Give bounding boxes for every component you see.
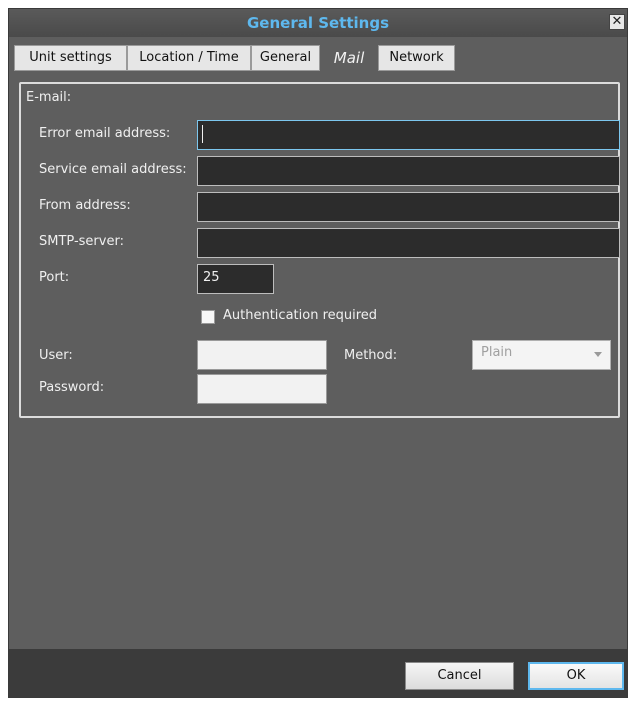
method-value: Plain — [481, 345, 513, 360]
tab-mail[interactable]: Mail — [320, 45, 378, 71]
smtp-server-input[interactable] — [197, 228, 620, 258]
password-label: Password: — [39, 380, 105, 395]
error-email-input[interactable] — [197, 120, 620, 150]
settings-window: General Settings ✕ Unit settings Locatio… — [8, 8, 628, 698]
service-email-input[interactable] — [197, 156, 620, 186]
tab-unit-settings[interactable]: Unit settings — [14, 45, 127, 71]
auth-required-checkbox[interactable] — [201, 310, 215, 324]
from-address-input[interactable] — [197, 192, 620, 222]
tab-location-time[interactable]: Location / Time — [127, 45, 251, 71]
port-input[interactable]: 25 — [197, 264, 274, 294]
port-label: Port: — [39, 270, 70, 285]
method-select[interactable]: Plain — [472, 340, 611, 370]
from-address-label: From address: — [39, 198, 131, 213]
user-label: User: — [39, 348, 73, 363]
tab-general[interactable]: General — [251, 45, 320, 71]
title-bar: General Settings ✕ — [9, 9, 627, 37]
email-group-label: E-mail: — [26, 90, 72, 105]
ok-button[interactable]: OK — [528, 662, 624, 690]
chevron-down-icon — [594, 352, 602, 357]
smtp-server-label: SMTP-server: — [39, 234, 124, 249]
user-input[interactable] — [197, 340, 327, 370]
cancel-button[interactable]: Cancel — [405, 662, 514, 690]
auth-required-label[interactable]: Authentication required — [223, 308, 377, 323]
service-email-label: Service email address: — [39, 162, 187, 177]
method-label: Method: — [344, 348, 398, 363]
password-input[interactable] — [197, 374, 327, 404]
window-title: General Settings — [246, 14, 390, 32]
email-group: E-mail: Error email address: Service ema… — [19, 82, 620, 418]
tab-network[interactable]: Network — [378, 45, 455, 71]
close-icon[interactable]: ✕ — [609, 14, 625, 30]
text-caret — [202, 125, 203, 143]
error-email-label: Error email address: — [39, 126, 171, 141]
dialog-footer: Cancel OK — [9, 649, 627, 697]
